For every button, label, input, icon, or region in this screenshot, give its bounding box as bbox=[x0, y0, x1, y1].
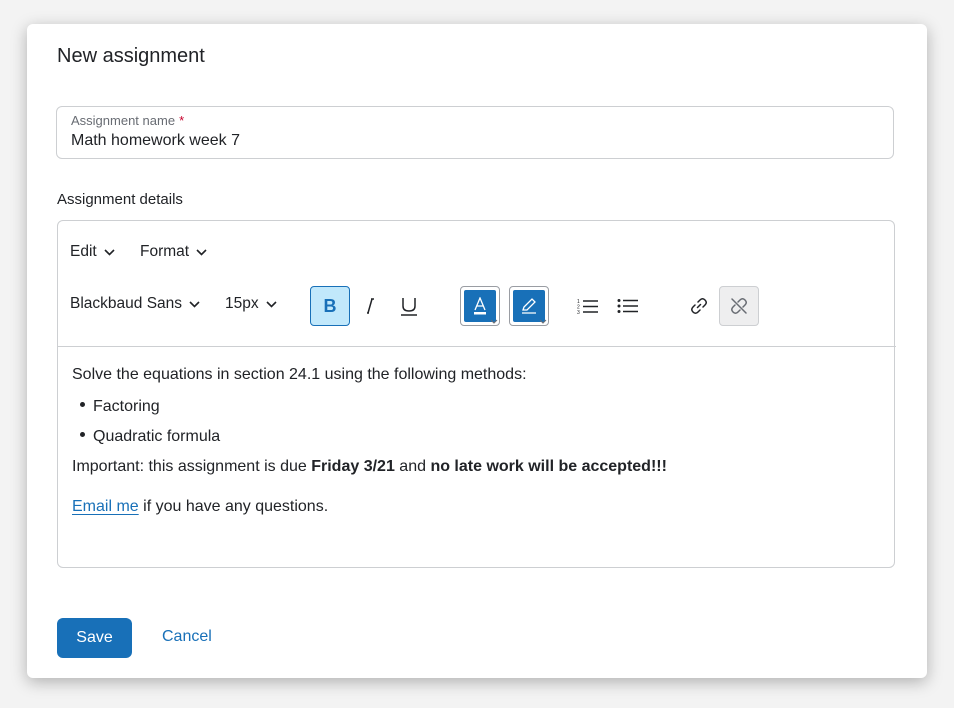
link-icon bbox=[691, 298, 707, 314]
font-color-button[interactable] bbox=[460, 286, 500, 326]
chevron-down-icon bbox=[490, 319, 498, 324]
chevron-down-icon bbox=[189, 300, 200, 308]
bullet-icon bbox=[80, 432, 85, 438]
list-item: Quadratic formula bbox=[80, 427, 220, 447]
list-item: Factoring bbox=[80, 397, 160, 417]
numbered-list-button[interactable]: 123 bbox=[568, 286, 608, 326]
highlight-color-icon bbox=[522, 298, 536, 314]
edit-menu[interactable]: Edit bbox=[70, 243, 115, 261]
font-size-select[interactable]: 15px bbox=[225, 295, 277, 313]
chevron-down-icon bbox=[539, 319, 547, 324]
important-prefix: Important: this assignment is due bbox=[72, 458, 312, 475]
dialog-title: New assignment bbox=[57, 45, 205, 67]
bold-button[interactable]: B bbox=[310, 286, 350, 326]
font-size-value: 15px bbox=[225, 295, 259, 312]
bulleted-list-icon bbox=[617, 299, 638, 313]
italic-button[interactable] bbox=[350, 286, 390, 326]
italic-icon bbox=[367, 298, 374, 314]
format-menu-label: Format bbox=[140, 243, 190, 260]
numbered-list-icon: 123 bbox=[577, 299, 598, 314]
email-me-link[interactable]: Email me bbox=[72, 498, 139, 515]
save-button[interactable]: Save bbox=[57, 618, 132, 658]
remove-link-button[interactable] bbox=[719, 286, 759, 326]
chevron-down-icon bbox=[266, 300, 277, 308]
intro-paragraph: Solve the equations in section 24.1 usin… bbox=[72, 366, 527, 383]
toolbar-divider bbox=[58, 346, 896, 347]
important-mid: and bbox=[394, 458, 431, 475]
chevron-down-icon bbox=[196, 248, 207, 256]
assignment-details-label: Assignment details bbox=[57, 191, 183, 208]
new-assignment-dialog: New assignment Assignment name * Math hom… bbox=[27, 24, 927, 678]
due-date: Friday 3/21 bbox=[311, 458, 395, 475]
late-policy: no late work will be accepted!!! bbox=[430, 458, 667, 475]
list-item-text: Quadratic formula bbox=[93, 428, 221, 445]
bullet-icon bbox=[80, 402, 85, 408]
highlight-color-button[interactable] bbox=[509, 286, 549, 326]
bold-icon: B bbox=[323, 295, 337, 316]
format-menu[interactable]: Format bbox=[140, 243, 207, 261]
unlink-icon bbox=[731, 298, 747, 314]
list-item-text: Factoring bbox=[93, 398, 160, 415]
required-indicator: * bbox=[179, 113, 185, 128]
underline-icon bbox=[401, 297, 417, 316]
important-paragraph: Important: this assignment is due Friday… bbox=[72, 457, 667, 477]
cancel-button[interactable]: Cancel bbox=[162, 628, 212, 646]
font-color-icon bbox=[474, 297, 486, 315]
bulleted-list-button[interactable] bbox=[608, 286, 648, 326]
svg-text:3: 3 bbox=[577, 310, 580, 314]
highlight-color-swatch bbox=[513, 290, 545, 322]
assignment-name-label: Assignment name * bbox=[71, 113, 185, 128]
assignment-name-input[interactable]: Math homework week 7 bbox=[71, 132, 240, 150]
email-suffix: if you have any questions. bbox=[138, 498, 329, 515]
font-family-select[interactable]: Blackbaud Sans bbox=[70, 295, 200, 313]
underline-button[interactable] bbox=[389, 286, 429, 326]
email-paragraph: Email me if you have any questions. bbox=[72, 497, 328, 517]
insert-link-button[interactable] bbox=[679, 286, 719, 326]
font-family-value: Blackbaud Sans bbox=[70, 295, 183, 312]
edit-menu-label: Edit bbox=[70, 243, 97, 260]
chevron-down-icon bbox=[104, 248, 115, 256]
rich-text-editor: Edit Format Blackbaud Sans 15px B 1 2 3 … bbox=[57, 220, 896, 568]
font-color-swatch bbox=[464, 290, 496, 322]
assignment-name-field[interactable]: Assignment name * Math homework week 7 bbox=[56, 106, 894, 159]
